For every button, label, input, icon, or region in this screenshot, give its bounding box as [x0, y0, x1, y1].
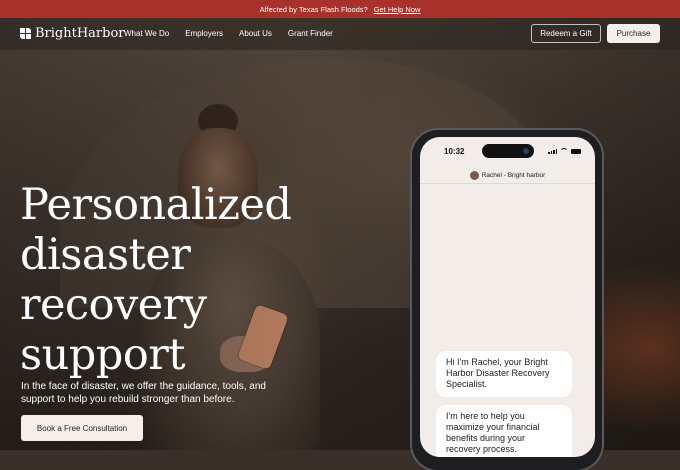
nav-about-us[interactable]: About Us	[239, 29, 272, 38]
nav-employers[interactable]: Employers	[185, 29, 223, 38]
camera-icon	[523, 148, 529, 154]
dynamic-island	[482, 144, 534, 158]
headline-line-2: disaster	[20, 230, 191, 280]
headline-line-4: support	[20, 330, 186, 380]
brand-logo[interactable]: BrightHarbor	[20, 26, 125, 41]
purchase-button[interactable]: Purchase	[607, 24, 660, 43]
nav-grant-finder[interactable]: Grant Finder	[288, 29, 333, 38]
nav-what-we-do[interactable]: What We Do	[124, 29, 169, 38]
get-help-link[interactable]: Get Help Now	[374, 5, 421, 14]
chat-message: I'm here to help you maximize your finan…	[436, 405, 572, 457]
avatar	[469, 170, 479, 180]
headline-line-1: Personalized	[20, 180, 292, 230]
wifi-icon	[560, 148, 568, 154]
signal-icon	[548, 149, 557, 154]
phone-screen: 10:32 Rachel - Bright harbor Hi I'm Rach…	[420, 137, 595, 457]
headline-line-3: recovery	[20, 280, 207, 330]
chat-contact-name: Rachel - Bright harbor	[481, 171, 546, 179]
status-icons	[548, 148, 581, 154]
hero-headline: Personalized disaster recovery support	[20, 180, 340, 380]
banner-message: Affected by Texas Flash Floods?	[259, 4, 368, 14]
hero-subtext: In the face of disaster, we offer the gu…	[21, 381, 266, 405]
chat-header: Rachel - Bright harbor	[420, 167, 595, 184]
status-time: 10:32	[444, 147, 465, 156]
nav-links: What We Do Employers About Us Grant Find…	[124, 29, 333, 38]
announcement-banner: Affected by Texas Flash Floods? Get Help…	[0, 0, 680, 18]
logo-text: BrightHarbor	[35, 26, 125, 41]
book-consultation-button[interactable]: Book a Free Consultation	[21, 415, 143, 441]
logo-icon	[20, 28, 31, 39]
chat-message: Hi I'm Rachel, your Bright Harbor Disast…	[436, 351, 572, 397]
redeem-gift-button[interactable]: Redeem a Gift	[531, 24, 601, 43]
battery-icon	[571, 149, 581, 154]
